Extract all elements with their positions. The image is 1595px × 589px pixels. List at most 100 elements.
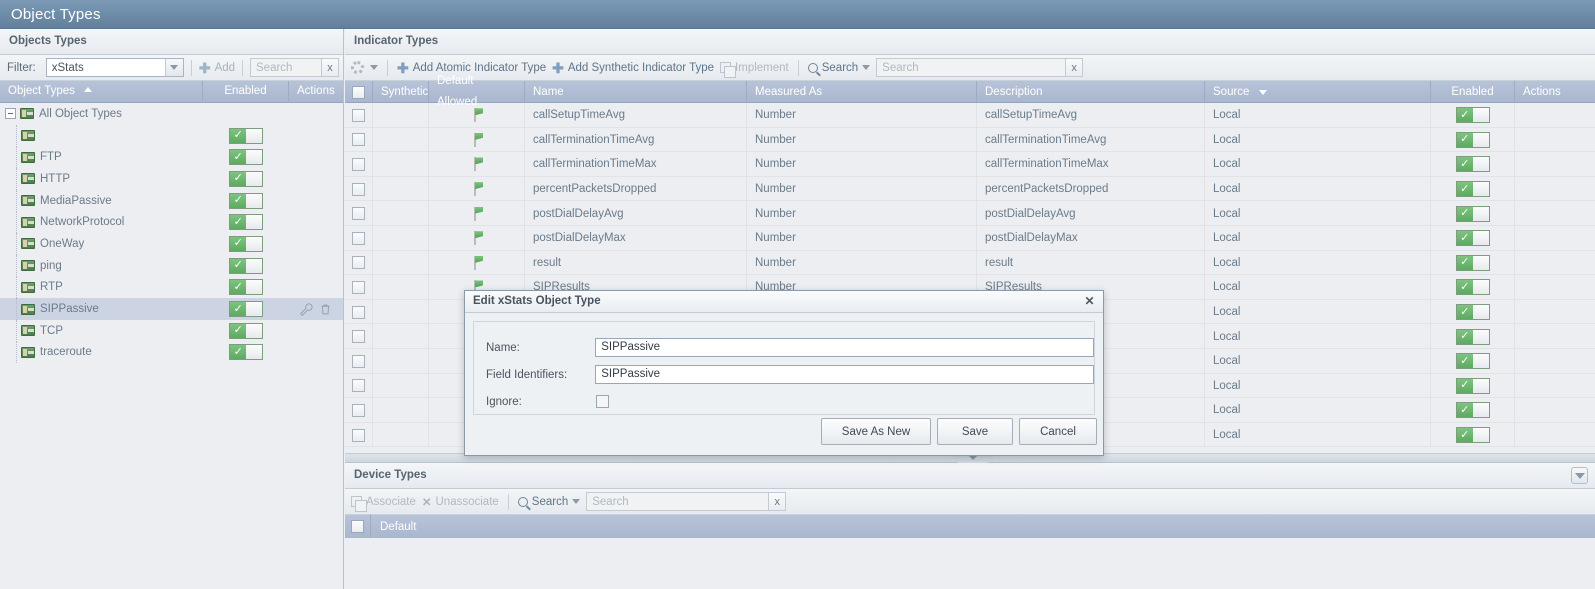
enabled-toggle[interactable]: ✓ — [229, 344, 263, 361]
cell-enabled[interactable]: ✓ — [1431, 398, 1515, 423]
column-enabled[interactable]: Enabled — [203, 80, 289, 103]
add-button[interactable]: Add — [215, 62, 235, 74]
filter-combo[interactable]: xStats — [45, 58, 184, 77]
table-row[interactable]: callTerminationTimeAvg Number callTerminat… — [345, 127, 1595, 153]
tree-item[interactable]: MediaPassive ✓ — [0, 189, 343, 212]
tree-item[interactable]: ping ✓ — [0, 254, 343, 277]
column-source[interactable]: Source — [1205, 81, 1431, 103]
wrench-icon[interactable] — [300, 302, 313, 316]
cell-enabled[interactable]: ✓ — [1431, 373, 1515, 399]
close-icon[interactable]: ✕ — [1082, 294, 1097, 309]
cell-actions — [1515, 103, 1595, 128]
collapse-icon[interactable] — [5, 108, 16, 120]
row-checkbox[interactable] — [345, 152, 373, 177]
cell-enabled[interactable]: ✓ — [1431, 422, 1515, 448]
tree-root-row[interactable]: All Object Types — [0, 103, 343, 125]
select-all-checkbox[interactable] — [345, 81, 373, 103]
tree-item[interactable]: traceroute ✓ — [0, 341, 343, 364]
collapse-panel-button[interactable] — [1571, 467, 1588, 484]
clear-search-button[interactable]: x — [768, 492, 787, 511]
row-checkbox[interactable] — [345, 299, 373, 325]
tree-item[interactable]: FTP ✓ — [0, 146, 343, 169]
enabled-toggle[interactable]: ✓ — [229, 279, 263, 296]
gear-icon[interactable] — [351, 61, 364, 74]
table-row[interactable]: result Number result Local ✓ — [345, 250, 1595, 276]
cell-enabled[interactable]: ✓ — [1431, 127, 1515, 153]
row-checkbox[interactable] — [345, 373, 373, 399]
chevron-down-icon[interactable] — [370, 65, 378, 70]
tree-item[interactable]: OneWay ✓ — [0, 232, 343, 255]
row-checkbox[interactable] — [345, 103, 373, 128]
cell-enabled[interactable]: ✓ — [1431, 152, 1515, 177]
cell-enabled[interactable]: ✓ — [1431, 201, 1515, 226]
enabled-toggle[interactable]: ✓ — [229, 170, 263, 187]
device-search-input[interactable]: Search — [586, 492, 770, 511]
row-checkbox[interactable] — [345, 398, 373, 423]
tree-item[interactable]: TCP ✓ — [0, 319, 343, 342]
column-measured-as[interactable]: Measured As — [747, 81, 977, 103]
ignore-checkbox[interactable] — [596, 395, 609, 408]
cell-enabled[interactable]: ✓ — [1431, 324, 1515, 349]
table-row[interactable]: percentPacketsDropped Number percentPacket… — [345, 176, 1595, 202]
field-identifiers-input[interactable]: SIPPassive — [595, 365, 1094, 384]
cancel-button[interactable]: Cancel — [1019, 418, 1097, 445]
indicator-search-input[interactable]: Search — [876, 58, 1067, 77]
indicator-search-dropdown[interactable]: Search — [807, 62, 871, 74]
row-checkbox[interactable] — [345, 127, 373, 153]
row-checkbox[interactable] — [345, 515, 371, 538]
enabled-toggle[interactable]: ✓ — [229, 149, 263, 166]
row-checkbox[interactable] — [345, 176, 373, 202]
add-synthetic-indicator-type-button[interactable]: ✚ Add Synthetic Indicator Type — [552, 61, 714, 75]
tree-item-label: OneWay — [40, 237, 85, 250]
cell-enabled[interactable]: ✓ — [1431, 176, 1515, 202]
object-types-search-input[interactable]: Search — [250, 58, 323, 77]
row-checkbox[interactable] — [345, 348, 373, 374]
column-description[interactable]: Description — [977, 81, 1205, 103]
tree-item[interactable]: NetworkProtocol ✓ — [0, 211, 343, 234]
enabled-toggle[interactable]: ✓ — [229, 257, 263, 274]
object-types-column-header: Object Types Enabled Actions — [0, 80, 343, 103]
row-checkbox[interactable] — [345, 422, 373, 448]
row-checkbox[interactable] — [345, 225, 373, 251]
tree-item[interactable]: RTP ✓ — [0, 276, 343, 299]
flag-icon — [470, 108, 483, 123]
clear-search-button[interactable]: x — [1065, 58, 1084, 77]
tree-item[interactable]: SIPPassive ✓ — [0, 298, 343, 321]
column-enabled[interactable]: Enabled — [1431, 81, 1515, 103]
row-checkbox[interactable] — [345, 324, 373, 349]
row-checkbox[interactable] — [345, 250, 373, 276]
row-checkbox[interactable] — [345, 275, 373, 300]
cell-enabled[interactable]: ✓ — [1431, 250, 1515, 276]
cell-enabled[interactable]: ✓ — [1431, 225, 1515, 251]
column-name[interactable]: Name — [525, 81, 747, 103]
enabled-toggle[interactable]: ✓ — [229, 235, 263, 252]
cell-enabled[interactable]: ✓ — [1431, 103, 1515, 128]
table-row[interactable]: callTerminationTimeMax Number callTerminat… — [345, 152, 1595, 177]
table-row[interactable]: callSetupTimeAvg Number callSetupTimeAvg Lo… — [345, 103, 1595, 128]
tree-item[interactable]: ✓ — [0, 124, 343, 147]
name-input[interactable]: SIPPassive — [595, 338, 1094, 357]
tree-item[interactable]: HTTP ✓ — [0, 167, 343, 190]
cell-enabled[interactable]: ✓ — [1431, 348, 1515, 374]
trash-icon[interactable] — [319, 303, 332, 316]
copy-icon — [720, 62, 737, 78]
device-search-dropdown[interactable]: Search — [517, 496, 581, 508]
device-types-row[interactable]: Default — [345, 515, 1595, 538]
enabled-toggle[interactable]: ✓ — [229, 127, 263, 144]
chevron-down-icon[interactable] — [164, 59, 183, 76]
column-default-allowed[interactable]: Default Allowed — [429, 75, 525, 108]
clear-search-button[interactable]: x — [321, 58, 340, 77]
save-button[interactable]: Save — [937, 418, 1013, 445]
enabled-toggle[interactable]: ✓ — [229, 214, 263, 231]
cell-enabled[interactable]: ✓ — [1431, 299, 1515, 325]
column-synthetic[interactable]: Synthetic — [373, 81, 429, 103]
table-row[interactable]: postDialDelayMax Number postDialDelayMax Lo… — [345, 225, 1595, 251]
save-as-new-button[interactable]: Save As New — [821, 418, 931, 445]
cell-enabled[interactable]: ✓ — [1431, 275, 1515, 300]
enabled-toggle[interactable]: ✓ — [229, 301, 263, 318]
table-row[interactable]: postDialDelayAvg Number postDialDelayAvg Lo… — [345, 201, 1595, 226]
column-object-types[interactable]: Object Types — [0, 80, 203, 103]
enabled-toggle[interactable]: ✓ — [229, 192, 263, 209]
enabled-toggle[interactable]: ✓ — [229, 322, 263, 339]
row-checkbox[interactable] — [345, 201, 373, 226]
